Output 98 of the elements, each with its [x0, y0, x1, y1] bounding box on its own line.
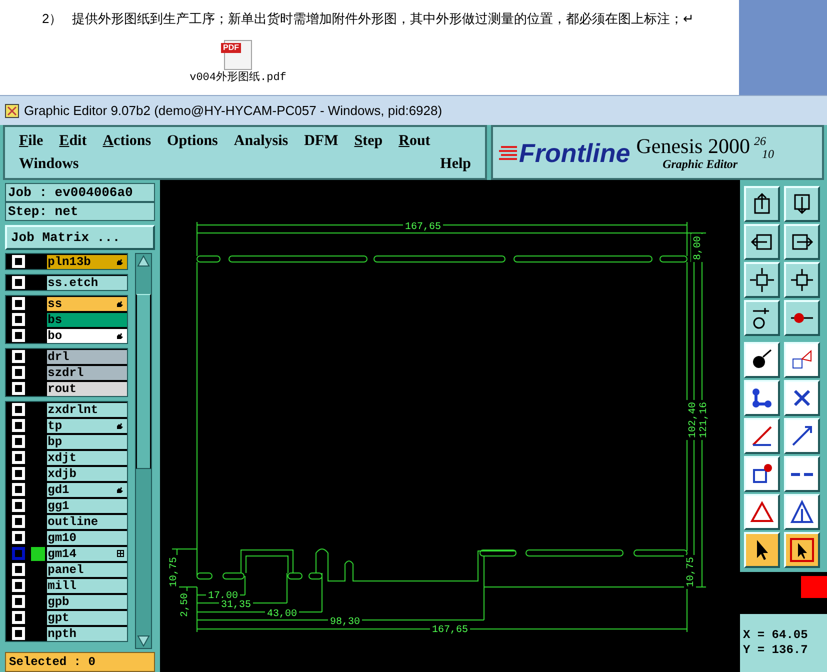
- scrollbar[interactable]: [135, 253, 152, 649]
- layer-item[interactable]: npth: [46, 626, 127, 640]
- layer-item[interactable]: gg1: [46, 498, 127, 512]
- tool-button[interactable]: [784, 262, 820, 298]
- dimension-label: 167,65: [405, 222, 441, 233]
- tool-button[interactable]: [744, 342, 780, 378]
- selection-status: Selected : 0: [5, 652, 155, 672]
- pdf-file-icon[interactable]: PDF: [224, 40, 252, 70]
- job-matrix-button[interactable]: Job Matrix ...: [5, 225, 155, 250]
- tool-button[interactable]: [784, 418, 820, 454]
- product-subtitle: Graphic Editor: [662, 156, 738, 170]
- list-number: 2）: [42, 10, 62, 28]
- scroll-thumb[interactable]: [136, 294, 151, 468]
- dimension-label: 167,65: [432, 625, 468, 636]
- layer-item[interactable]: mill: [46, 578, 127, 592]
- job-name: Job : ev004006a0: [5, 183, 155, 202]
- menu-item[interactable]: Windows: [19, 156, 79, 172]
- layer-item[interactable]: gm10: [46, 530, 127, 544]
- layer-item[interactable]: panel: [46, 562, 127, 576]
- layer-item[interactable]: gd1: [46, 482, 127, 496]
- document-text: 提供外形图纸到生产工序；新单出货时需增加附件外形图，其中外形做过测量的位置，都必须在图上标注；↵: [72, 10, 694, 28]
- step-name: Step: net: [5, 202, 155, 221]
- tool-button[interactable]: [784, 532, 820, 568]
- menu-item[interactable]: DFM: [304, 134, 338, 148]
- hand-icon: [116, 258, 124, 266]
- tool-button[interactable]: [744, 532, 780, 568]
- layer-item[interactable]: gpt: [46, 610, 127, 624]
- tool-button[interactable]: [744, 456, 780, 492]
- scroll-up-icon[interactable]: [136, 254, 151, 268]
- layer-item[interactable]: ss: [46, 296, 127, 310]
- dimension-label: 10,75: [686, 557, 697, 587]
- tool-button[interactable]: [784, 380, 820, 416]
- dimension-label: 10,75: [169, 557, 180, 587]
- tool-button[interactable]: [784, 342, 820, 378]
- hand-icon: [116, 332, 124, 340]
- menu-item[interactable]: File: [19, 134, 44, 148]
- tool-button[interactable]: [784, 300, 820, 336]
- tool-button[interactable]: [784, 456, 820, 492]
- small-grid-icon: [117, 550, 124, 557]
- box-contract-icon: [789, 267, 815, 293]
- layer-item[interactable]: xdjt: [46, 450, 127, 464]
- layer-item[interactable]: gm14: [46, 546, 127, 560]
- layer-item[interactable]: rout: [46, 382, 127, 396]
- dimension-label: 31,35: [221, 600, 251, 611]
- version-number: 10: [762, 148, 774, 160]
- layer-item[interactable]: gpb: [46, 594, 127, 608]
- app-icon: [5, 104, 19, 118]
- brand-logo-text: Frontline: [519, 140, 630, 166]
- tool-button[interactable]: [744, 494, 780, 530]
- file-name[interactable]: v004外形图纸.pdf: [190, 71, 286, 85]
- menu-item[interactable]: Options: [167, 134, 218, 148]
- layer-item[interactable]: ss.etch: [46, 276, 127, 290]
- tool-button[interactable]: [744, 418, 780, 454]
- tool-button[interactable]: [784, 494, 820, 530]
- layer-item[interactable]: outline: [46, 514, 127, 528]
- layer-item[interactable]: bp: [46, 434, 127, 448]
- tool-button[interactable]: [744, 224, 780, 260]
- product-name: Genesis 2000: [636, 134, 750, 156]
- hand-icon: [116, 422, 124, 430]
- menu-item[interactable]: Step: [354, 134, 383, 148]
- color-swatch: [801, 576, 827, 598]
- layer-item[interactable]: szdrl: [46, 366, 127, 380]
- menu-item[interactable]: Help: [440, 156, 471, 172]
- menu-item[interactable]: Rout: [398, 134, 430, 148]
- layer-item[interactable]: bo: [46, 328, 127, 342]
- tool-button[interactable]: [784, 186, 820, 222]
- hand-icon: [116, 486, 124, 494]
- tool-button[interactable]: [784, 224, 820, 260]
- layer-item[interactable]: tp: [46, 418, 127, 432]
- layer-checkbox[interactable]: [12, 547, 26, 560]
- menu-item[interactable]: Analysis: [234, 134, 288, 148]
- triangle-icon: [749, 499, 775, 525]
- hand-icon: [116, 300, 124, 308]
- layer-item[interactable]: pln13b: [46, 254, 127, 268]
- x-coordinate: X = 64.05: [743, 628, 809, 643]
- dimension-label: 8,00: [693, 236, 704, 260]
- layer-item[interactable]: zxdrlnt: [46, 402, 127, 416]
- tool-button[interactable]: [744, 300, 780, 336]
- dimension-label: 98,30: [330, 617, 360, 628]
- menu-item[interactable]: Actions: [102, 134, 152, 148]
- box-expand-icon: [749, 267, 775, 293]
- window-title: Graphic Editor 9.07b2 (demo@HY-HYCAM-PC057 - Windows, pid:6928): [24, 102, 442, 120]
- dimension-label: 43,00: [267, 609, 297, 620]
- dashed-line-icon: [791, 472, 813, 476]
- pointer-box-icon: [789, 537, 815, 563]
- dimension-label: 121,16: [699, 402, 710, 438]
- tool-button[interactable]: [744, 380, 780, 416]
- dimension-label: 2,50: [180, 593, 191, 617]
- layer-item[interactable]: bs: [46, 312, 127, 326]
- scroll-down-icon[interactable]: [136, 634, 151, 648]
- version-number: 26: [754, 134, 767, 148]
- tool-button[interactable]: [744, 186, 780, 222]
- y-coordinate: Y = 136.7: [743, 643, 809, 658]
- dimension-label: 102,40: [688, 402, 699, 438]
- layer-item[interactable]: xdjb: [46, 466, 127, 480]
- tool-button[interactable]: [744, 262, 780, 298]
- menu-item[interactable]: Edit: [59, 134, 87, 148]
- layer-item[interactable]: drl: [46, 350, 127, 364]
